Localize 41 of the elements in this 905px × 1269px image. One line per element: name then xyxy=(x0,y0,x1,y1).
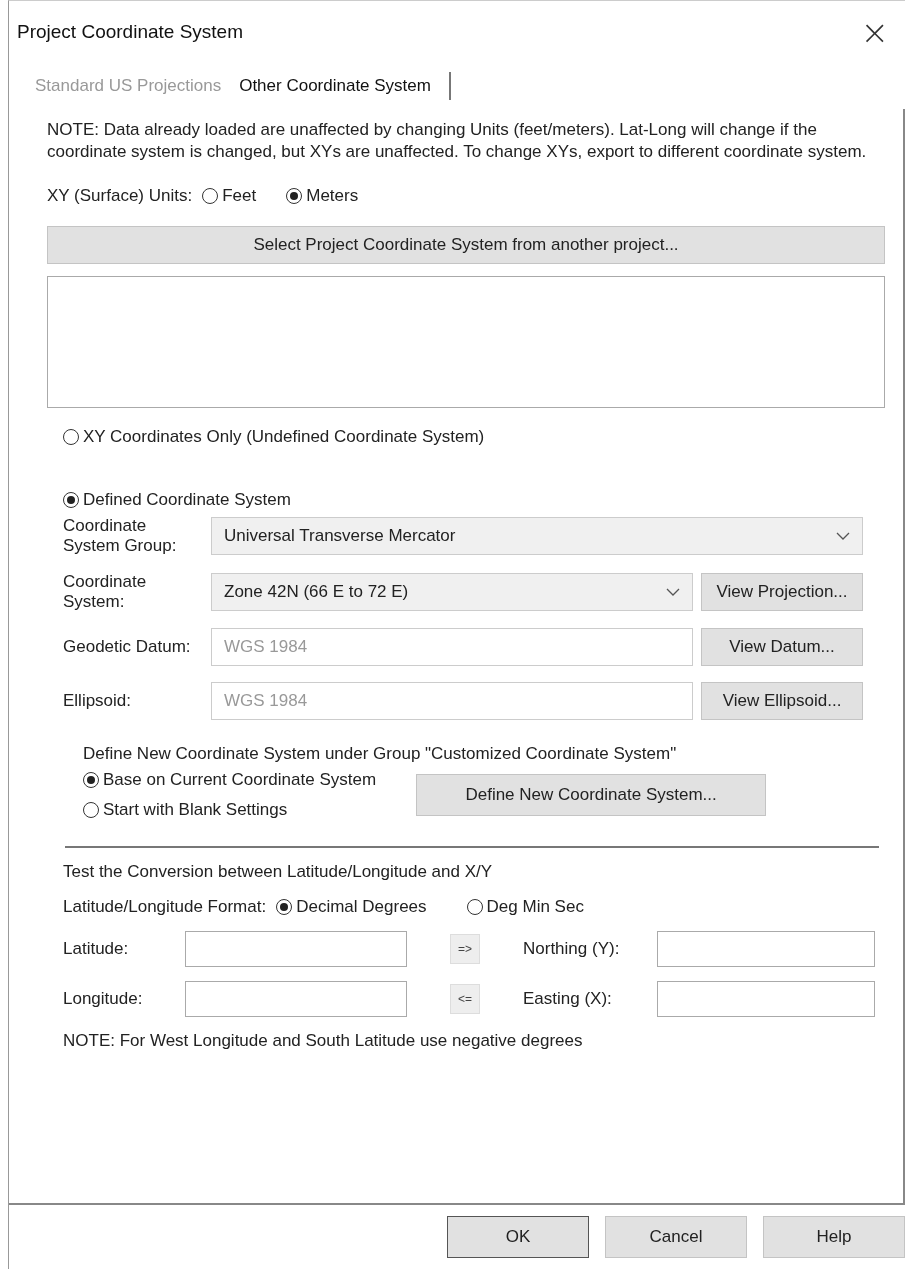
tab[interactable]: Other Coordinate System xyxy=(239,72,451,100)
field-label: Easting (X): xyxy=(523,989,613,1009)
window-title: Project Coordinate System xyxy=(17,21,243,43)
convert-button[interactable]: <= xyxy=(450,984,480,1014)
input-field[interactable] xyxy=(657,981,875,1017)
radio-label: Feet xyxy=(222,186,257,206)
dialog-button[interactable]: Cancel xyxy=(605,1216,747,1258)
input-field[interactable] xyxy=(185,931,407,967)
field-label: Latitude: xyxy=(63,939,130,959)
note-text: NOTE: Data already loaded are unaffected by changing Units (feet/meters). Lat-Long will change if the coordinate system is changed, but XYs are unaffected. To change XYs, export to different coordinate system. xyxy=(47,119,868,163)
dropdown-field[interactable]: Zone 42N (66 E to 72 E) xyxy=(211,573,693,611)
select-project-button[interactable]: Select Project Coordinate System from another project... xyxy=(47,226,885,264)
field-label: Coordinate System Group: xyxy=(63,516,178,556)
test-title: Test the Conversion between Latitude/Longitude and X/Y xyxy=(63,862,494,882)
field-label: Geodetic Datum: xyxy=(63,637,192,657)
define-label: Define New Coordinate System under Group "Customized Coordinate System" xyxy=(83,744,677,763)
input-field[interactable] xyxy=(657,931,875,967)
view-button[interactable]: View Projection... xyxy=(701,573,863,611)
field-label: Northing (Y): xyxy=(523,939,621,959)
dialog-button[interactable]: OK xyxy=(447,1216,589,1258)
field-label: Coordinate System: xyxy=(63,572,148,612)
format-radio[interactable]: Deg Min Sec xyxy=(466,897,584,917)
units-radio[interactable]: Feet xyxy=(202,186,257,206)
chevron-icon xyxy=(666,588,680,596)
radio-label: Start with Blank Settings xyxy=(103,800,288,820)
field-label: Ellipsoid: xyxy=(63,691,133,711)
note-text: NOTE: For West Longitude and South Latitude use negative degrees xyxy=(63,1031,584,1051)
dropdown-field[interactable]: Universal Transverse Mercator xyxy=(211,517,863,555)
format-label: Latitude/Longitude Format: xyxy=(63,896,267,917)
radio-label: Meters xyxy=(306,186,359,206)
convert-button[interactable]: => xyxy=(450,934,480,964)
close-button[interactable]: × xyxy=(854,12,895,52)
dialog-button[interactable]: Help xyxy=(763,1216,905,1258)
define-radio[interactable]: Start with Blank Settings xyxy=(83,800,377,820)
define-new-button[interactable]: Define New Coordinate System... xyxy=(416,774,767,816)
input-field[interactable] xyxy=(185,981,407,1017)
radio-label: Deg Min Sec xyxy=(486,897,584,917)
units-radio[interactable]: Meters xyxy=(286,186,359,206)
field-label: Longitude: xyxy=(63,989,144,1009)
units-label: XY (Surface) Units: xyxy=(47,185,193,206)
chevron-icon xyxy=(836,532,850,540)
